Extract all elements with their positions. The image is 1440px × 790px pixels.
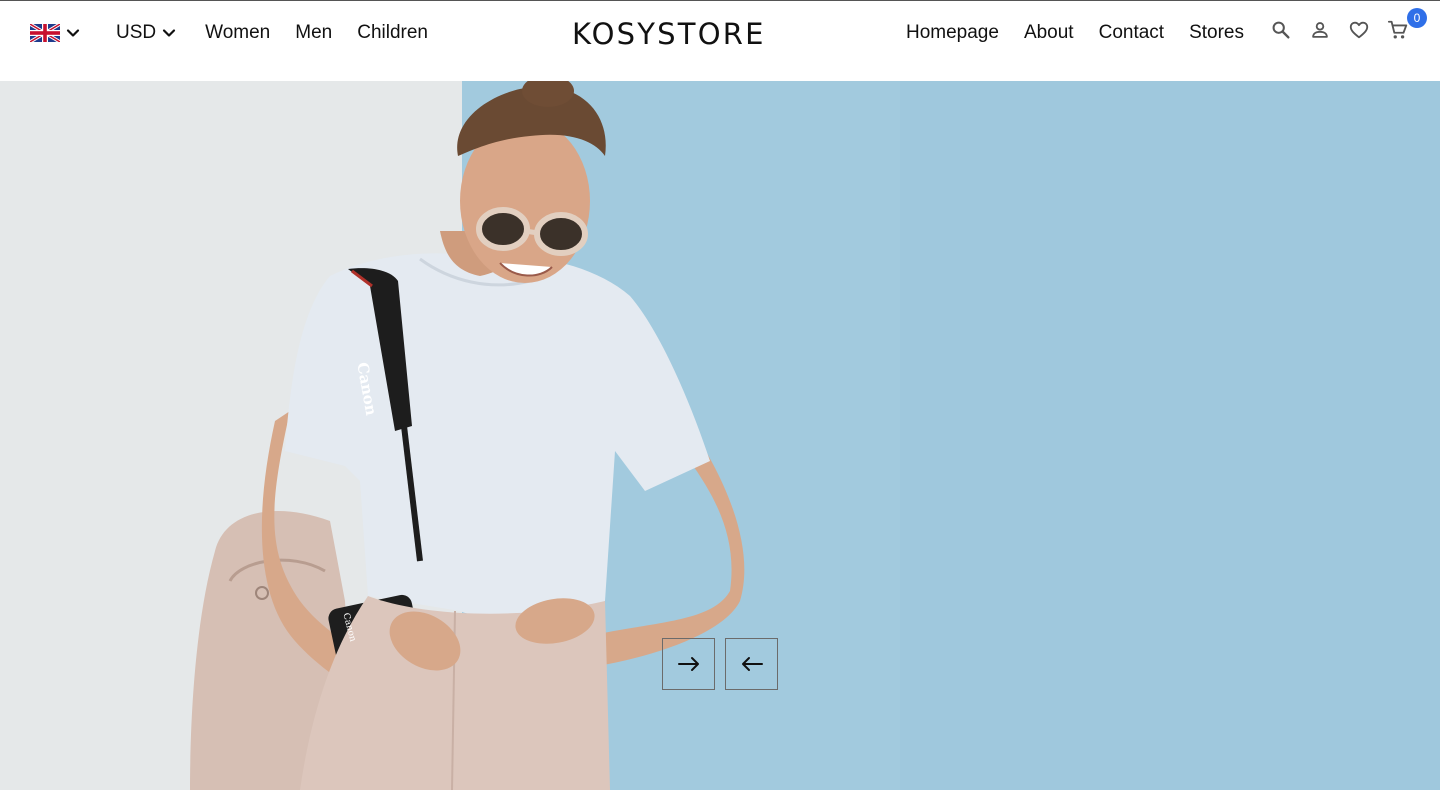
nav-link-women[interactable]: Women — [205, 22, 270, 44]
arrow-right-icon — [677, 657, 699, 671]
cart-button[interactable]: 0 — [1385, 8, 1427, 43]
wishlist-button[interactable] — [1346, 17, 1372, 43]
cart-count-badge: 0 — [1407, 8, 1427, 28]
site-header: USD Women Men Children KOSYSTORE Homepag… — [0, 0, 1440, 81]
chevron-down-icon — [163, 29, 176, 37]
arrow-left-icon — [741, 657, 763, 671]
nav-link-contact[interactable]: Contact — [1099, 22, 1164, 44]
main-nav: Homepage About Contact Stores — [881, 21, 1244, 45]
nav-link-about[interactable]: About — [1024, 22, 1074, 44]
person-icon — [1312, 22, 1328, 38]
search-icon — [1272, 21, 1290, 39]
category-nav: Women Men Children — [205, 22, 453, 44]
currency-selector[interactable]: USD — [116, 22, 176, 44]
header-icons: 0 — [1268, 8, 1427, 45]
nav-link-stores[interactable]: Stores — [1189, 22, 1244, 44]
language-selector[interactable] — [30, 24, 80, 42]
nav-link-homepage[interactable]: Homepage — [906, 22, 999, 44]
slider-next-button[interactable] — [662, 638, 715, 690]
uk-flag-icon — [30, 24, 60, 42]
header-left: USD Women Men Children — [30, 21, 453, 45]
chevron-down-icon — [66, 29, 80, 37]
nav-link-children[interactable]: Children — [357, 22, 428, 44]
hero-banner: Canon Canon — [0, 81, 1440, 790]
heart-outline-icon — [1349, 21, 1369, 39]
account-button[interactable] — [1307, 17, 1333, 43]
slider-prev-button[interactable] — [725, 638, 778, 690]
shopping-cart-icon — [1387, 20, 1408, 39]
nav-link-men[interactable]: Men — [295, 22, 332, 44]
hero-image — [0, 81, 1440, 790]
brand-logo[interactable]: KOSYSTORE — [572, 17, 763, 51]
search-button[interactable] — [1268, 17, 1294, 43]
currency-label: USD — [116, 22, 157, 43]
